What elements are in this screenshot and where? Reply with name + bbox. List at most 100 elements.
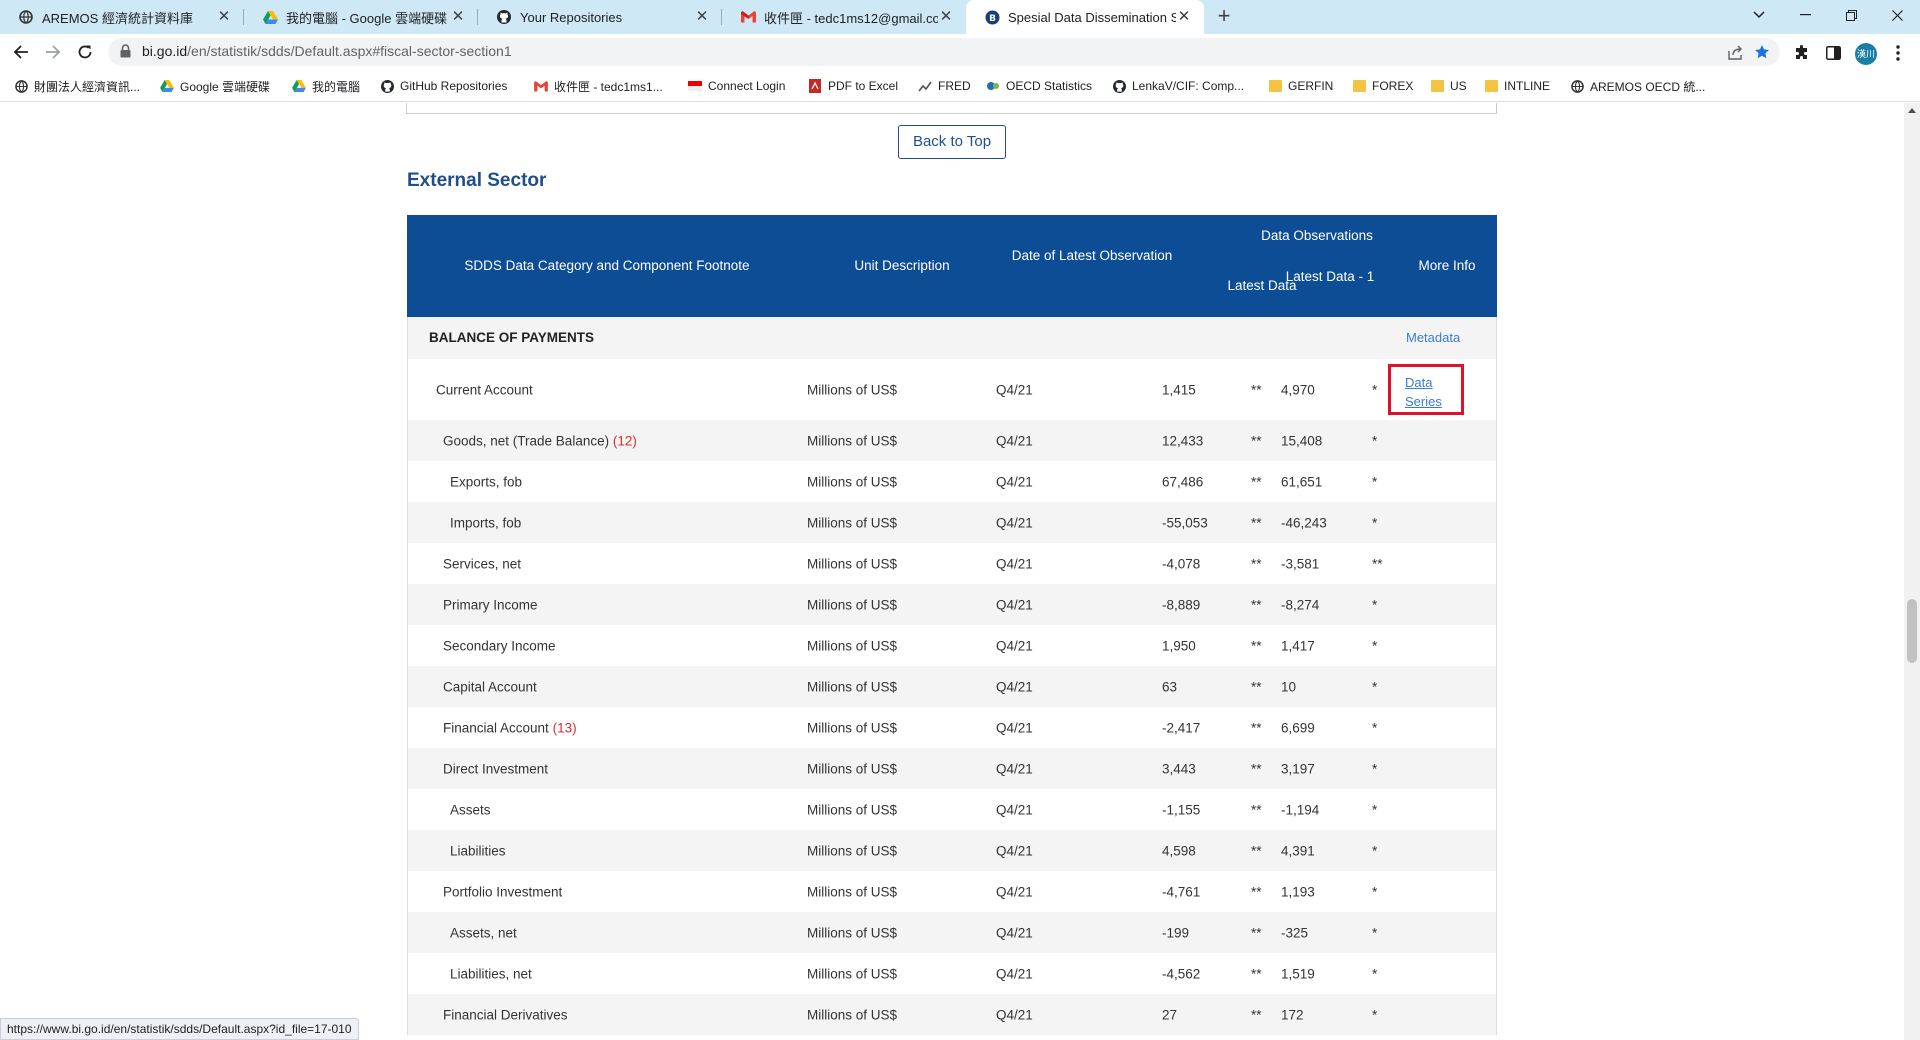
bookmark-item[interactable]: GitHub Repositories <box>380 77 507 95</box>
tab-label: Your Repositories <box>520 9 623 25</box>
profile-avatar[interactable]: 漢川 <box>1855 43 1877 65</box>
restore-icon[interactable] <box>1828 0 1874 30</box>
row-date: Q4/21 <box>996 720 1033 735</box>
row-name: Financial Derivatives <box>443 1007 568 1022</box>
globe-icon <box>14 79 28 93</box>
page-scrollbar[interactable] <box>1904 103 1920 1040</box>
window-close-icon[interactable] <box>1874 0 1920 30</box>
url-path: /en/statistik/sdds/Default.aspx#fiscal-s… <box>187 43 512 59</box>
lock-icon <box>120 44 132 60</box>
data-series-link[interactable]: Data Series <box>1405 373 1445 411</box>
table-row: Financial Derivatives Millions of US$ Q4… <box>407 994 1497 1035</box>
github-icon <box>496 9 512 25</box>
row-latest: 1,950 <box>1162 638 1196 653</box>
row-name: Imports, fob <box>450 515 522 530</box>
tab-search-chevron-icon[interactable] <box>1736 0 1782 30</box>
tab-google-drive[interactable]: 我的電腦 - Google 雲端硬碟 ✕ <box>244 0 478 34</box>
close-icon[interactable]: ✕ <box>938 9 954 25</box>
scrollbar-thumb[interactable] <box>1907 599 1917 663</box>
row-status-latest: ** <box>1251 720 1262 735</box>
back-to-top-button[interactable]: Back to Top <box>898 125 1006 159</box>
tab-label: 收件匣 - tedc1ms12@gmail.com <box>764 10 938 26</box>
bookmark-folder[interactable]: US <box>1430 77 1467 95</box>
bookmark-item[interactable]: FRED <box>918 77 971 95</box>
row-status-prev: * <box>1372 884 1378 899</box>
share-icon[interactable] <box>1727 43 1745 61</box>
bookmark-item[interactable]: OECD Statistics <box>986 77 1092 95</box>
extensions-icon[interactable] <box>1792 43 1812 63</box>
close-icon[interactable]: ✕ <box>694 9 710 25</box>
reload-icon[interactable] <box>73 40 97 64</box>
row-latest-prev: 6,699 <box>1281 720 1315 735</box>
row-latest: -55,053 <box>1162 515 1208 530</box>
bookmark-folder[interactable]: GERFIN <box>1268 77 1333 95</box>
row-status-latest: ** <box>1251 679 1262 694</box>
table-row: Primary Income Millions of US$ Q4/21 -8,… <box>407 584 1497 625</box>
bookmark-item[interactable]: LenkaV/CIF: Comp... <box>1112 77 1244 95</box>
bookmark-folder[interactable]: FOREX <box>1352 77 1413 95</box>
back-arrow-icon[interactable] <box>9 40 33 64</box>
bookmark-item[interactable]: 收件匣 - tedc1ms1... <box>534 77 663 95</box>
tab-github[interactable]: Your Repositories ✕ <box>478 0 722 34</box>
row-name: Financial Account (13) <box>443 720 577 735</box>
row-name-text: Current Account <box>436 382 533 397</box>
row-date: Q4/21 <box>996 884 1033 899</box>
row-status-latest: ** <box>1251 515 1262 530</box>
bookmark-item[interactable]: Google 雲端硬碟 <box>160 77 270 95</box>
close-icon[interactable]: ✕ <box>450 9 466 25</box>
new-tab-button[interactable]: + <box>1212 5 1236 29</box>
scroll-up-arrow-icon[interactable] <box>1908 108 1916 113</box>
row-name: Assets <box>450 802 491 817</box>
row-unit: Millions of US$ <box>807 802 898 817</box>
bookmark-item[interactable]: Connect Login <box>688 77 785 95</box>
row-status-prev: * <box>1372 1007 1378 1022</box>
row-unit: Millions of US$ <box>807 597 898 612</box>
row-latest: 67,486 <box>1162 474 1204 489</box>
bookmark-item[interactable]: PDF to Excel <box>808 77 898 95</box>
row-date: Q4/21 <box>996 843 1033 858</box>
row-latest-prev: -325 <box>1281 925 1309 940</box>
side-panel-icon[interactable] <box>1823 43 1843 63</box>
row-latest-prev: 61,651 <box>1281 474 1323 489</box>
footnote-ref[interactable]: (12) <box>613 433 637 448</box>
bookmark-folder[interactable]: INTLINE <box>1484 77 1550 95</box>
row-unit: Millions of US$ <box>807 679 898 694</box>
bookmark-label: US <box>1450 79 1467 93</box>
row-latest-prev: -3,581 <box>1281 556 1320 571</box>
bookmark-label: LenkaV/CIF: Comp... <box>1132 79 1245 93</box>
bookmark-star-icon[interactable] <box>1753 43 1771 61</box>
row-latest: -4,078 <box>1162 556 1201 571</box>
row-status-prev: * <box>1372 515 1378 530</box>
more-menu-icon[interactable] <box>1888 43 1908 63</box>
metadata-link[interactable]: Metadata <box>1406 330 1460 345</box>
address-bar[interactable]: bi.go.id/en/statistik/sdds/Default.aspx#… <box>108 38 1780 66</box>
row-date: Q4/21 <box>996 556 1033 571</box>
row-date: Q4/21 <box>996 638 1033 653</box>
bookmark-item[interactable]: 財團法人經濟資訊... <box>14 77 140 95</box>
row-date: Q4/21 <box>996 1007 1033 1022</box>
table-row: Liabilities, net Millions of US$ Q4/21 -… <box>407 953 1497 994</box>
row-status-latest: ** <box>1251 474 1262 489</box>
row-latest-prev: -8,274 <box>1281 597 1320 612</box>
close-icon[interactable]: ✕ <box>1176 9 1192 25</box>
tab-strip: AREMOS 經濟統計資料庫 ✕ 我的電腦 - Google 雲端硬碟 ✕ Yo… <box>0 0 1920 34</box>
footnote-ref[interactable]: (13) <box>553 720 577 735</box>
link-status-bar: https://www.bi.go.id/en/statistik/sdds/D… <box>0 1018 359 1040</box>
bookmark-item[interactable]: 我的電腦 <box>292 77 360 95</box>
minimize-icon[interactable] <box>1782 0 1828 30</box>
bookmark-item[interactable]: AREMOS OECD 統... <box>1570 77 1705 95</box>
row-latest-prev: 1,193 <box>1281 884 1315 899</box>
table-row: Assets, net Millions of US$ Q4/21 -199 *… <box>407 912 1497 953</box>
forward-arrow-icon[interactable] <box>41 40 65 64</box>
bookmark-label: 我的電腦 <box>312 79 361 94</box>
row-name: Liabilities, net <box>450 966 532 981</box>
row-latest: 1,415 <box>1162 382 1196 397</box>
tab-aremos[interactable]: AREMOS 經濟統計資料庫 ✕ <box>0 0 244 34</box>
folder-icon <box>1352 79 1366 93</box>
tab-sdds-active[interactable]: B Spesial Data Dissemination Sta ✕ <box>966 0 1204 34</box>
row-status-prev: * <box>1372 433 1378 448</box>
close-icon[interactable]: ✕ <box>216 9 232 25</box>
row-latest-prev: 10 <box>1281 679 1297 694</box>
tab-gmail[interactable]: 收件匣 - tedc1ms12@gmail.com ✕ <box>722 0 966 34</box>
row-name: Portfolio Investment <box>443 884 563 899</box>
